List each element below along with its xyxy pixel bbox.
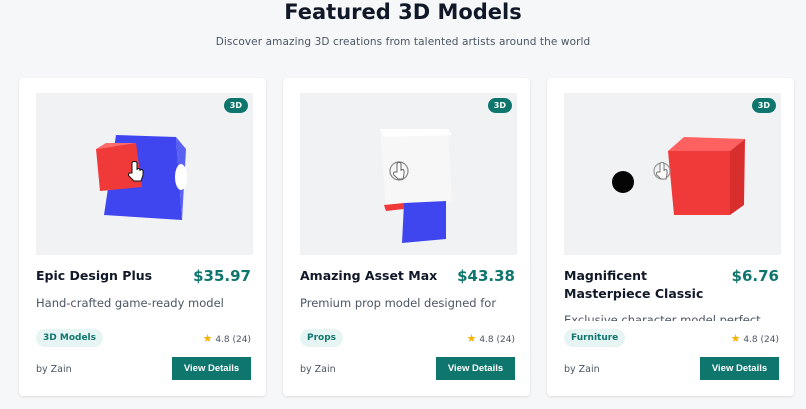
model-price: $43.38 xyxy=(457,267,515,285)
page-title: Featured 3D Models xyxy=(284,0,522,24)
page-subtitle: Discover amazing 3D creations from talen… xyxy=(215,36,591,48)
model-name[interactable]: Amazing Asset Max xyxy=(300,267,450,285)
model-price: $35.97 xyxy=(193,267,251,285)
model-description: Premium prop model designed for professi… xyxy=(300,296,497,310)
model-card[interactable]: 3D Epic Design Plus $35.97 Hand-crafted … xyxy=(19,78,266,396)
model-description: Hand-crafted game-ready model suitable f… xyxy=(36,296,224,310)
review-count: (24) xyxy=(760,335,779,345)
star-icon: ★ xyxy=(202,332,213,345)
rating: ★ 4.8 (24) xyxy=(467,332,515,345)
view-details-button[interactable]: View Details xyxy=(172,357,251,380)
author: by Zain xyxy=(564,364,600,375)
view-details-button[interactable]: View Details xyxy=(436,357,515,380)
model-description: Exclusive character model perfect for xyxy=(564,313,761,321)
model-name[interactable]: Magnificent Masterpiece Classic xyxy=(564,267,714,303)
page-header: Featured 3D Models Discover amazing 3D c… xyxy=(0,0,806,48)
3d-badge: 3D xyxy=(751,98,776,113)
category-tag[interactable]: Furniture xyxy=(564,329,626,347)
rating-value: 4.8 xyxy=(743,335,758,345)
model-preview[interactable]: 3D xyxy=(564,93,781,255)
rating-value: 4.8 xyxy=(215,335,230,345)
model-preview[interactable]: 3D xyxy=(36,93,253,255)
author: by Zain xyxy=(300,364,336,375)
model-preview[interactable]: 3D xyxy=(300,93,517,255)
category-tag[interactable]: 3D Models xyxy=(36,329,103,347)
star-icon: ★ xyxy=(730,332,741,345)
model-preview-scene xyxy=(96,135,187,220)
rating: ★ 4.8 (24) xyxy=(203,332,251,345)
rating-value: 4.8 xyxy=(479,335,494,345)
author: by Zain xyxy=(36,364,72,375)
model-grid: 3D Epic Design Plus $35.97 Hand-crafted … xyxy=(19,78,794,396)
3d-badge: 3D xyxy=(223,98,248,113)
model-price: $6.76 xyxy=(731,267,779,285)
category-tag[interactable]: Props xyxy=(300,329,344,347)
model-card[interactable]: 3D Amazing Asset Max $43.38 Premium prop… xyxy=(283,78,530,396)
star-icon: ★ xyxy=(466,332,477,345)
hand-pointer-icon xyxy=(653,162,671,180)
model-name[interactable]: Epic Design Plus xyxy=(36,267,186,285)
model-card[interactable]: 3D Magnificent Masterpiece Classic $6.76… xyxy=(547,78,794,396)
review-count: (24) xyxy=(496,335,515,345)
rating: ★ 4.8 (24) xyxy=(731,332,779,345)
view-details-button[interactable]: View Details xyxy=(700,357,779,380)
3d-badge: 3D xyxy=(487,98,512,113)
model-preview-scene xyxy=(612,137,745,215)
model-preview-scene xyxy=(380,129,452,243)
review-count: (24) xyxy=(232,335,251,345)
